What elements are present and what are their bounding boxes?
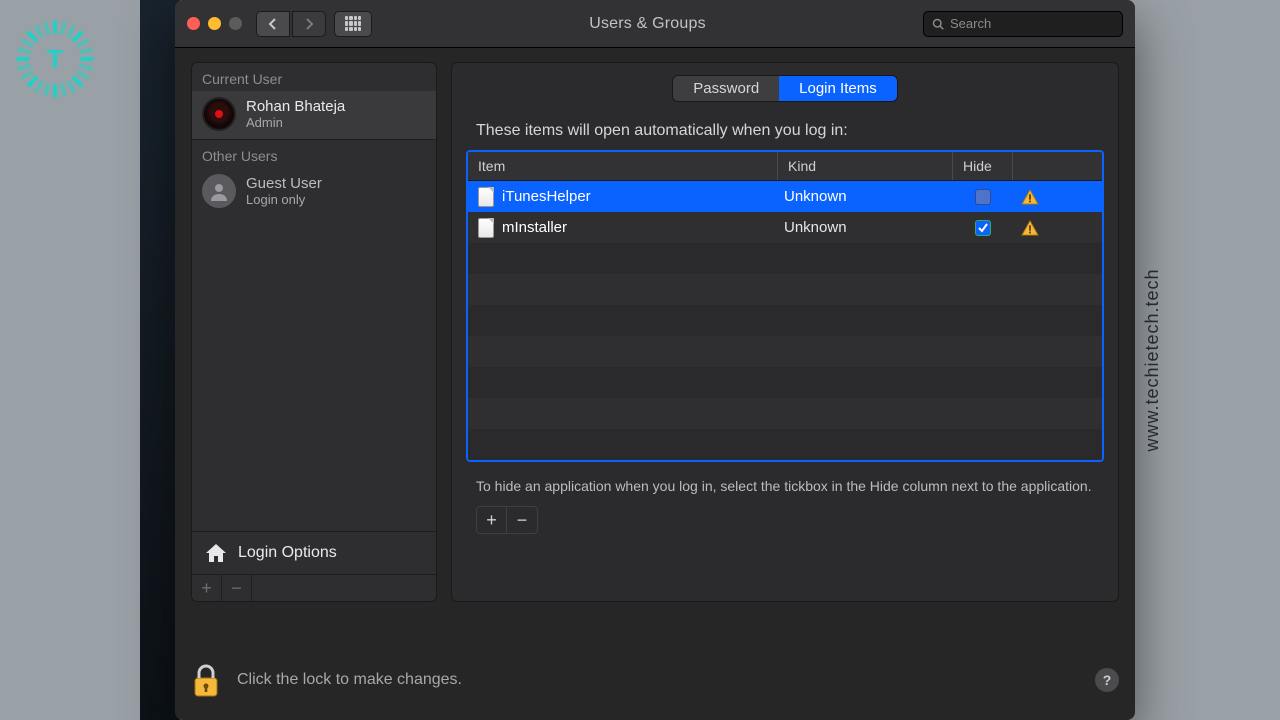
minimize-window-button[interactable]: [208, 17, 221, 30]
table-row-empty: [468, 243, 1102, 274]
item-kind: Unknown: [778, 188, 953, 205]
table-row-empty: [468, 367, 1102, 398]
hide-hint-text: To hide an application when you log in, …: [452, 462, 1118, 506]
add-login-item-button[interactable]: +: [477, 507, 507, 533]
table-row-empty: [468, 305, 1102, 336]
table-row[interactable]: mInstaller Unknown: [468, 212, 1102, 243]
user-role: Login only: [246, 192, 322, 207]
table-row-empty: [468, 398, 1102, 429]
add-user-button[interactable]: +: [192, 575, 222, 601]
close-window-button[interactable]: [187, 17, 200, 30]
logo-letter: T: [16, 20, 94, 98]
item-kind: Unknown: [778, 219, 953, 236]
content-panel: Password Login Items These items will op…: [451, 62, 1119, 602]
column-header-spacer: [1013, 152, 1102, 180]
column-header-kind[interactable]: Kind: [778, 152, 953, 180]
person-icon: [209, 181, 229, 201]
remove-login-item-button[interactable]: −: [507, 507, 537, 533]
window-title: Users & Groups: [372, 15, 923, 33]
search-placeholder: Search: [950, 16, 991, 31]
login-items-table: Item Kind Hide iTunesHelper U: [466, 150, 1104, 462]
hide-checkbox[interactable]: [975, 189, 991, 205]
lock-text: Click the lock to make changes.: [237, 671, 462, 689]
tab-login-items[interactable]: Login Items: [779, 76, 897, 101]
forward-button[interactable]: [292, 11, 326, 37]
login-options-button[interactable]: Login Options: [192, 531, 436, 574]
users-sidebar: Current User Rohan Bhateja Admin Other U…: [191, 62, 437, 602]
avatar: [202, 97, 236, 131]
document-icon: [478, 218, 494, 238]
grid-icon: [345, 16, 361, 32]
table-row-empty: [468, 429, 1102, 460]
hide-checkbox[interactable]: [975, 220, 991, 236]
search-input[interactable]: Search: [923, 11, 1123, 37]
user-name: Guest User: [246, 175, 322, 192]
warning-icon: [1021, 189, 1039, 205]
column-header-item[interactable]: Item: [468, 152, 778, 180]
watermark-text: www.techietech.tech: [1142, 268, 1163, 451]
house-icon: [204, 542, 228, 564]
remove-user-button[interactable]: −: [222, 575, 252, 601]
user-role: Admin: [246, 115, 345, 130]
tab-group: Password Login Items: [672, 75, 897, 102]
search-icon: [932, 18, 944, 30]
column-header-hide[interactable]: Hide: [953, 152, 1013, 180]
login-options-label: Login Options: [238, 544, 337, 562]
lock-icon[interactable]: [191, 662, 221, 698]
sidebar-user-current[interactable]: Rohan Bhateja Admin: [192, 91, 436, 139]
tab-password[interactable]: Password: [673, 76, 779, 101]
preferences-window: Users & Groups Search Current User Rohan…: [175, 0, 1135, 720]
other-users-header: Other Users: [192, 140, 436, 168]
login-items-description: These items will open automatically when…: [452, 102, 1118, 150]
item-name: mInstaller: [502, 219, 567, 236]
current-user-header: Current User: [192, 63, 436, 91]
show-all-button[interactable]: [334, 11, 372, 37]
avatar: [202, 174, 236, 208]
help-button[interactable]: ?: [1095, 668, 1119, 692]
window-titlebar: Users & Groups Search: [175, 0, 1135, 48]
table-row-empty: [468, 274, 1102, 305]
sidebar-user-guest[interactable]: Guest User Login only: [192, 168, 436, 216]
zoom-window-button[interactable]: [229, 17, 242, 30]
back-button[interactable]: [256, 11, 290, 37]
site-logo: T: [16, 20, 94, 98]
document-icon: [478, 187, 494, 207]
item-name: iTunesHelper: [502, 188, 591, 205]
table-row-empty: [468, 336, 1102, 367]
user-name: Rohan Bhateja: [246, 98, 345, 115]
warning-icon: [1021, 220, 1039, 236]
table-row[interactable]: iTunesHelper Unknown: [468, 181, 1102, 212]
